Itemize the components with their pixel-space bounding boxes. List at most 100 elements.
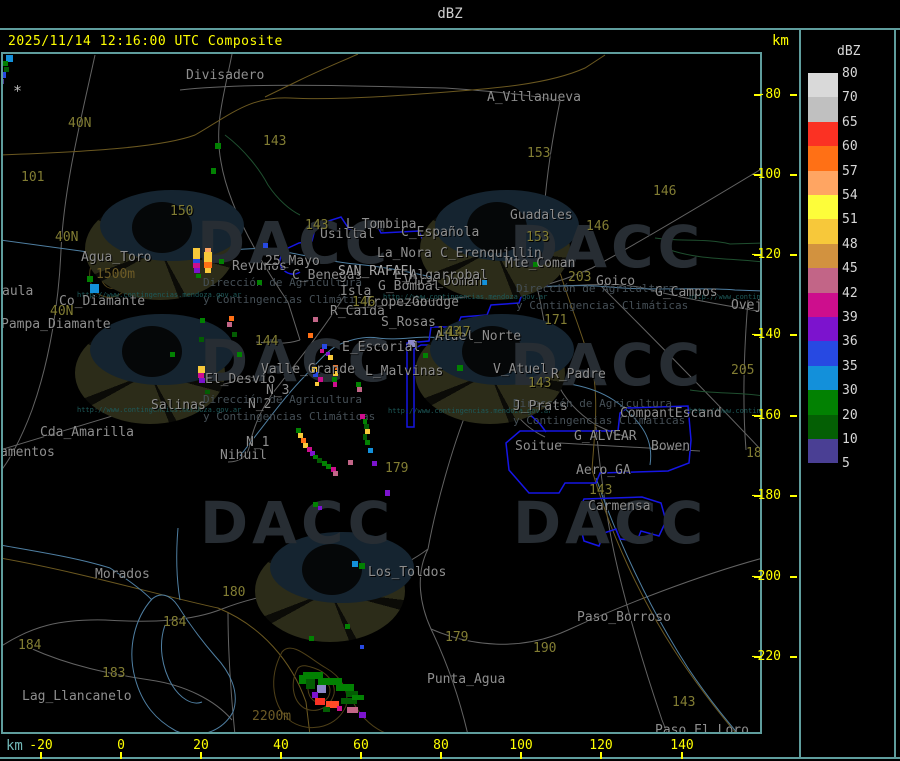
y-axis-tick (790, 174, 797, 176)
dbz-color-legend: dBZ 80 70 65 60 57 54 51 48 45 42 39 36 35 30 20 10 5 (799, 30, 896, 757)
legend-color-block (808, 317, 838, 342)
place-label: N_1 (246, 435, 270, 450)
place-label: Mte_Coman (505, 256, 576, 271)
road-number-label: 146 (586, 219, 610, 234)
legend-color-block (808, 439, 838, 464)
legend-color-block (808, 365, 838, 391)
radar-echo-pixel (205, 268, 211, 273)
place-label: G_ALVEAR (574, 429, 637, 444)
radar-echo-pixel (385, 490, 390, 496)
radar-echo-pixel (313, 317, 318, 322)
x-axis-label: 140 (670, 738, 694, 753)
radar-echo-pixel (423, 353, 428, 358)
radar-echo-pixel (320, 349, 324, 353)
radar-site-marker: * (13, 82, 23, 100)
radar-echo-pixel (299, 675, 306, 684)
place-label: Agua_Toro (81, 250, 152, 265)
x-axis-label: 120 (589, 738, 613, 753)
legend-tick-label: 70 (842, 90, 858, 106)
place-label: 25_Mayo (265, 254, 320, 269)
radar-echo-pixel (333, 471, 338, 476)
divider-top (0, 28, 900, 30)
place-label: J_Prats (513, 399, 568, 414)
radar-echo-pixel (345, 624, 350, 629)
road-number-label: 190 (533, 641, 557, 656)
radar-echo-pixel (87, 276, 93, 282)
x-axis-tick (200, 752, 202, 759)
x-axis-tick (360, 752, 362, 759)
place-label: Bowen (651, 439, 691, 454)
radar-echo-pixel (315, 382, 319, 386)
elevation-label: 2200m (252, 709, 292, 724)
place-label: Morados (95, 567, 150, 582)
radar-echo-pixel (196, 274, 201, 278)
place-label: amentos (1, 445, 55, 460)
radar-echo-pixel (352, 561, 358, 567)
place-label: Punta_Agua (427, 672, 506, 687)
legend-color-block (808, 195, 838, 220)
radar-echo-pixel (317, 685, 326, 693)
radar-echo-pixel (227, 322, 232, 327)
radar-echo-pixel (194, 268, 200, 273)
place-label: Divisadero (186, 68, 265, 83)
place-label: G_Bombal (378, 279, 441, 294)
radar-echo-pixel (309, 636, 314, 641)
legend-tick-label: 35 (842, 358, 858, 374)
place-label: CompantEscand (620, 406, 722, 421)
legend-tick-label: 10 (842, 432, 858, 447)
place-label: L_Malvinas (365, 364, 444, 379)
radar-echo-pixel (170, 352, 175, 357)
radar-echo-pixel (215, 143, 221, 149)
timestamp-label: 2025/11/14 12:16:00 UTC Composite (8, 34, 283, 49)
place-label: Goico (596, 274, 636, 289)
y-axis-tick (790, 94, 797, 96)
place-label: N_3 (266, 383, 290, 398)
place-label: Carmensa (588, 499, 651, 514)
place-label: Goudge (412, 295, 459, 310)
legend-tick-label: 51 (842, 212, 858, 228)
legend-color-block (808, 268, 838, 293)
radar-echo-pixel (357, 387, 362, 392)
radar-echo-pixel (359, 712, 366, 718)
radar-echo-pixel (328, 355, 333, 360)
place-label: N_2 (248, 397, 272, 412)
radar-echo-pixel (200, 318, 205, 323)
place-label: Valle_Grande (261, 362, 355, 377)
legend-title: dBZ (837, 44, 861, 59)
radar-echo-pixel (3, 79, 4, 84)
legend-color-block (808, 341, 838, 366)
road-number-label: 40N (68, 116, 92, 131)
legend-tick-label: 39 (842, 310, 858, 325)
radar-map[interactable]: DACC DACC DACC DACC DACC DACC Dirección de Agr… (1, 52, 762, 734)
map-content: DACC DACC DACC DACC DACC DACC Dirección de Agr… (1, 54, 760, 732)
radar-echo-pixel (193, 248, 200, 259)
radar-echo-pixel (199, 337, 204, 342)
radar-echo-pixel (372, 461, 377, 466)
radar-echo-pixel (336, 684, 354, 691)
place-label: C_Española (401, 225, 480, 240)
road-number-label: 183 (102, 666, 126, 681)
legend-tick-label: 57 (842, 163, 858, 179)
radar-echo-pixel (198, 366, 205, 373)
page-title: dBZ (437, 6, 463, 22)
divider-bottom (0, 757, 900, 759)
road-number-label: 143 (589, 483, 613, 498)
road-number-label: 153 (527, 146, 551, 161)
radar-echo-pixel (257, 280, 262, 285)
legend-tick-label: 20 (842, 407, 858, 423)
place-label: Los_Toldos (368, 565, 447, 580)
y-axis-tick (790, 656, 797, 658)
x-axis-label: 0 (117, 738, 125, 753)
km-unit-label-right: km (772, 33, 789, 49)
radar-echo-pixel (333, 382, 337, 387)
y-axis-tick (790, 576, 797, 578)
y-axis-tick (790, 415, 797, 417)
road-number-label: 179 (445, 630, 469, 645)
legend-color-block (808, 243, 838, 269)
y-axis-tick (790, 254, 797, 256)
legend-tick-label: 30 (842, 383, 858, 399)
road-number-label: 40N (50, 304, 74, 319)
road-number-label: 153 (526, 230, 550, 245)
legend-color-block (808, 219, 838, 244)
radar-echo-pixel (352, 695, 364, 700)
